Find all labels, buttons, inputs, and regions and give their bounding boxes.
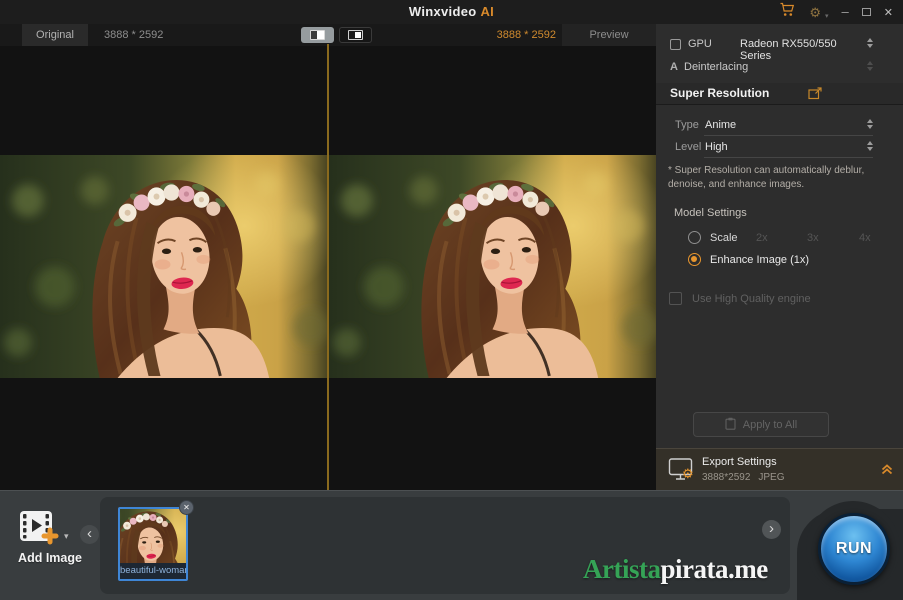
scale-option-4x[interactable]: 4x: [859, 232, 871, 244]
compare-mode-toggles: [301, 27, 372, 43]
apply-to-all-button[interactable]: Apply to All: [693, 412, 829, 437]
level-stepper-icon[interactable]: [867, 141, 873, 151]
original-image: [0, 155, 327, 378]
tab-original[interactable]: Original: [22, 24, 88, 46]
clipboard-icon: [725, 417, 736, 433]
export-settings-bar[interactable]: ⚙ Export Settings 3888*2592 JPEG: [656, 448, 903, 490]
original-image-pane[interactable]: [0, 155, 327, 378]
level-underline: [704, 157, 873, 158]
super-resolution-header: Super Resolution: [656, 83, 903, 105]
apply-to-all-label: Apply to All: [743, 419, 797, 431]
scroll-left-button[interactable]: ‹: [80, 525, 99, 544]
minimize-button[interactable]: –: [842, 1, 849, 23]
level-label: Level: [675, 141, 701, 153]
close-button[interactable]: ✕: [884, 6, 893, 19]
scale-label: Scale: [710, 232, 738, 244]
gpu-checkbox[interactable]: [670, 39, 681, 50]
level-row: Level High: [656, 139, 903, 158]
export-format: JPEG: [758, 472, 784, 483]
watermark: Artistapirata.me: [583, 554, 768, 585]
model-settings-label: Model Settings: [674, 207, 903, 219]
super-resolution-title: Super Resolution: [670, 86, 769, 100]
preview-dimensions: 3888 * 2592: [492, 24, 556, 46]
collapse-chevrons-icon[interactable]: [880, 462, 894, 481]
settings-sidebar: GPU Radeon RX550/550 Series A Deinterlac…: [656, 24, 903, 448]
original-dimensions: 3888 * 2592: [104, 24, 163, 46]
slider-view-icon: [348, 30, 363, 40]
gear-caret-icon: ▾: [825, 12, 829, 20]
preview-image-pane[interactable]: [329, 155, 656, 378]
add-image-label: Add Image: [6, 551, 94, 565]
cart-icon[interactable]: [779, 2, 796, 22]
type-underline: [704, 135, 873, 136]
app-badge-ai: AI: [480, 4, 494, 19]
titlebar: WinxvideoAI ⚙ ▾ – ✕: [0, 0, 903, 24]
slider-view-button[interactable]: [339, 27, 372, 43]
preview-image: [329, 155, 656, 378]
winxvideo-app-window: WinxvideoAI ⚙ ▾ – ✕ Original 3888 * 2592…: [0, 0, 903, 600]
app-name: Winxvideo: [409, 4, 477, 19]
gpu-label: GPU: [688, 38, 712, 50]
type-stepper-icon[interactable]: [867, 119, 873, 129]
hq-engine-checkbox[interactable]: [669, 292, 682, 305]
export-gear-icon: ⚙: [682, 467, 694, 480]
run-button-label: RUN: [836, 540, 872, 558]
watermark-white-text: pirata.me: [660, 554, 767, 584]
enhance-row: Enhance Image (1x): [656, 253, 903, 269]
split-view-button[interactable]: [301, 27, 334, 43]
export-settings-title: Export Settings: [702, 456, 777, 468]
compare-divider[interactable]: [327, 44, 329, 490]
type-select[interactable]: Anime: [705, 119, 736, 131]
thumbnail-close-icon[interactable]: ✕: [179, 500, 194, 515]
deinterlacing-label: Deinterlacing: [684, 61, 748, 73]
gpu-stepper-icon[interactable]: [867, 38, 873, 48]
gpu-row: GPU Radeon RX550/550 Series: [656, 36, 903, 54]
add-image-icon: [18, 509, 62, 552]
enhance-radio[interactable]: [688, 253, 701, 266]
viewer-header: Original 3888 * 2592 3888 * 2592 Preview: [0, 24, 656, 46]
run-button[interactable]: RUN: [818, 513, 890, 585]
thumbnail-item[interactable]: beautiful-woman- ✕: [118, 507, 188, 581]
type-label: Type: [675, 119, 699, 131]
export-dimensions: 3888*2592: [702, 472, 750, 483]
scale-radio[interactable]: [688, 231, 701, 244]
scale-option-2x[interactable]: 2x: [756, 232, 768, 244]
scale-option-3x[interactable]: 3x: [807, 232, 819, 244]
type-row: Type Anime: [656, 117, 903, 136]
thumbnail-image: [120, 509, 186, 563]
split-view-icon: [310, 30, 325, 40]
enhance-label: Enhance Image (1x): [710, 254, 809, 266]
hq-engine-row: Use High Quality engine: [656, 291, 903, 307]
watermark-green-text: Artista: [583, 554, 660, 584]
deinterlace-icon: A: [670, 61, 678, 73]
hq-engine-label: Use High Quality engine: [692, 293, 811, 305]
super-resolution-note: * Super Resolution can automatically deb…: [668, 164, 896, 191]
level-select[interactable]: High: [705, 141, 728, 153]
export-settings-summary: 3888*2592 JPEG: [702, 472, 785, 483]
tab-preview[interactable]: Preview: [562, 24, 656, 46]
deinterlacing-row: A Deinterlacing: [656, 59, 903, 77]
scroll-right-button[interactable]: ›: [762, 520, 781, 539]
scale-row: Scale 2x 3x 4x: [656, 231, 903, 247]
add-image-caret-icon: ▾: [64, 531, 69, 542]
gear-icon[interactable]: ⚙: [809, 6, 821, 19]
app-title: WinxvideoAI: [0, 0, 903, 24]
expand-icon[interactable]: [808, 87, 823, 105]
thumbnail-filename: beautiful-woman-: [120, 563, 186, 579]
maximize-button[interactable]: [862, 8, 871, 16]
deinterlacing-stepper-icon: [867, 61, 873, 71]
